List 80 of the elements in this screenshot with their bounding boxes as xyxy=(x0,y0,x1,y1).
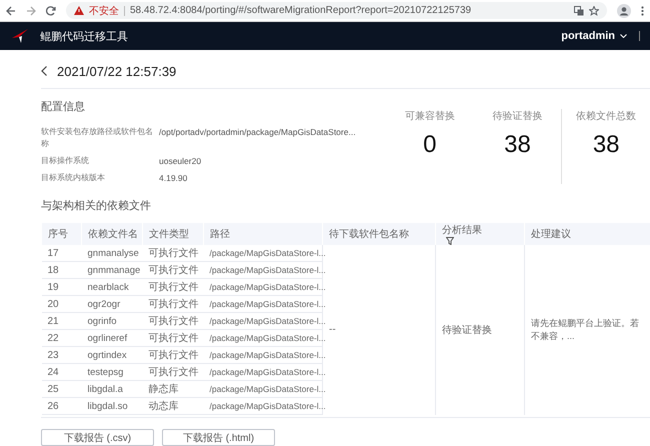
field-value: uoseuler20 xyxy=(159,155,202,167)
table-cell: 25 xyxy=(42,380,82,398)
table-cell: ogrtindex xyxy=(82,346,142,364)
table-cell: 可执行文件 xyxy=(142,330,204,346)
table-cell: /package/MapGisDataStore-l... xyxy=(204,330,322,346)
table-cell: /package/MapGisDataStore-l... xyxy=(204,364,322,380)
column-header: 路径 xyxy=(204,223,322,245)
stat-label: 待验证替换 xyxy=(492,110,542,123)
profile-icon[interactable] xyxy=(617,4,631,18)
section-heading: 与架构相关的依赖文件 xyxy=(41,198,152,213)
table-cell: gnmanalyse xyxy=(82,245,142,262)
table-cell: 20 xyxy=(42,296,82,312)
download-button[interactable]: 下载报告 (.csv) xyxy=(41,429,154,446)
table-cell: /package/MapGisDataStore-l... xyxy=(204,278,322,296)
table-cell: ogrlineref xyxy=(82,330,142,346)
stat-value: 0 xyxy=(423,131,437,159)
table-cell: 请先在鲲鹏平台上验证。若不兼容，... xyxy=(524,245,650,414)
table-cell: /package/MapGisDataStore-l... xyxy=(204,346,322,364)
table-cell: 可执行文件 xyxy=(142,278,204,296)
column-header: 依赖文件名 xyxy=(82,223,142,245)
field-label: 目标操作系统 xyxy=(41,155,90,167)
address-bar[interactable]: 不安全 58.48.72.4:8084/porting/#/softwareMigrationReport?report=20210722125739 xyxy=(66,2,607,19)
table-cell: /package/MapGisDataStore-l... xyxy=(204,380,322,398)
column-header: 待下载软件包名称 xyxy=(322,223,436,245)
column-header: 文件类型 xyxy=(142,223,204,245)
table-cell: ogr2ogr xyxy=(82,296,142,312)
table-cell: testepsg xyxy=(82,364,142,380)
reload-icon[interactable] xyxy=(46,6,56,16)
table-cell: gnmmanage xyxy=(82,262,142,278)
field-value: /opt/portadv/portadmin/package/MapGisDataStore... xyxy=(159,126,357,139)
stat-label: 依赖文件总数 xyxy=(576,110,636,123)
table-cell: nearblack xyxy=(82,278,142,296)
table-cell: 动态库 xyxy=(142,398,204,414)
download-button[interactable]: 下载报告 (.html) xyxy=(162,429,275,446)
table-cell: /package/MapGisDataStore-l... xyxy=(204,262,322,278)
chevron-down-icon xyxy=(620,34,627,38)
product-name: 鲲鹏代码迁移工具 xyxy=(40,30,129,44)
table-cell: 可执行文件 xyxy=(142,346,204,364)
column-header: 序号 xyxy=(42,223,82,245)
table-cell: 19 xyxy=(42,278,82,296)
field-label: 软件安装包存放路径或软件包名称 xyxy=(41,126,154,150)
back-icon[interactable] xyxy=(6,6,16,16)
table-cell: 26 xyxy=(42,398,82,414)
table-cell: 静态库 xyxy=(142,380,204,398)
table-cell: 可执行文件 xyxy=(142,296,204,312)
stat-value: 38 xyxy=(592,131,620,159)
warning-icon xyxy=(74,6,84,15)
table-cell: 可执行文件 xyxy=(142,364,204,380)
security-label: 不安全 xyxy=(89,4,119,18)
menu-icon[interactable] xyxy=(641,6,644,16)
table-cell: libgdal.a xyxy=(82,380,142,398)
table-cell: 17 xyxy=(42,245,82,262)
table-cell: 22 xyxy=(42,330,82,346)
table-cell: 21 xyxy=(42,312,82,330)
field-label: 目标系统内核版本 xyxy=(41,172,106,184)
table-cell: /package/MapGisDataStore-l... xyxy=(204,398,322,414)
star-icon[interactable] xyxy=(589,6,599,16)
table-cell: /package/MapGisDataStore-l... xyxy=(204,296,322,312)
table-cell: libgdal.so xyxy=(82,398,142,414)
table-cell: /package/MapGisDataStore-l... xyxy=(204,312,322,330)
table-cell: 可执行文件 xyxy=(142,262,204,278)
table-cell: ogrinfo xyxy=(82,312,142,330)
section-heading: 配置信息 xyxy=(41,100,86,114)
column-header: 处理建议 xyxy=(524,223,650,245)
table-cell: 可执行文件 xyxy=(142,312,204,330)
table-cell: /package/MapGisDataStore-l... xyxy=(204,245,322,262)
field-value: 4.19.90 xyxy=(159,172,188,184)
table-cell: 24 xyxy=(42,364,82,380)
stat-value: 38 xyxy=(504,131,531,159)
user-menu[interactable]: portadmin xyxy=(561,30,627,42)
logo-icon xyxy=(12,29,28,43)
table-cell: 可执行文件 xyxy=(142,245,204,262)
url-text: 58.48.72.4:8084/porting/#/softwareMigrationReport?report=20210722125739 xyxy=(130,5,472,16)
stat-label: 可兼容替换 xyxy=(404,110,455,123)
table-cell: 18 xyxy=(42,262,82,278)
column-header: 分析结果 xyxy=(436,223,524,245)
table-cell: 23 xyxy=(42,346,82,364)
report-title: 2021/07/22 12:57:39 xyxy=(57,64,176,78)
table-cell: 待验证替换 xyxy=(436,245,524,414)
filter-icon[interactable] xyxy=(446,237,454,245)
